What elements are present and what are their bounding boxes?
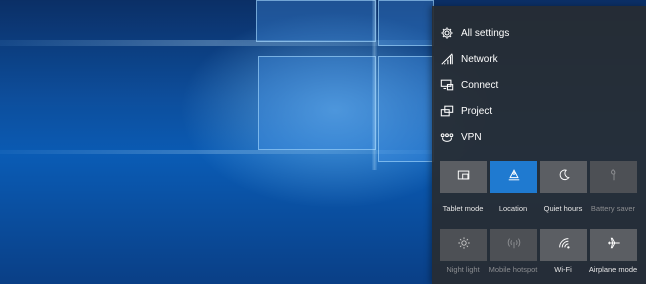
quick-link-label: Network xyxy=(461,53,498,65)
tablet-mode-tile[interactable] xyxy=(440,161,487,193)
airplane-icon xyxy=(607,236,621,255)
airplane-mode-label: Airplane mode xyxy=(588,265,638,274)
wallpaper-logo-pane xyxy=(378,56,434,162)
location-tile[interactable] xyxy=(490,161,537,193)
battery-saver-tile[interactable] xyxy=(590,161,637,193)
hotspot-icon xyxy=(507,236,521,255)
quick-link-label: VPN xyxy=(461,131,482,143)
wallpaper-light-beam xyxy=(0,150,432,154)
gear-icon xyxy=(440,26,454,40)
quick-link-connect[interactable]: Connect xyxy=(440,74,498,96)
quick-link-vpn[interactable]: VPN xyxy=(440,126,482,148)
night-light-label: Night light xyxy=(446,265,480,274)
quiet-hours-tile[interactable] xyxy=(540,161,587,193)
wallpaper-light-beam xyxy=(0,40,432,46)
quick-link-project[interactable]: Project xyxy=(440,100,492,122)
wifi-tile[interactable] xyxy=(540,229,587,261)
quick-link-network[interactable]: Network xyxy=(440,48,498,70)
quick-link-label: Project xyxy=(461,105,493,117)
mobile-hotspot-label: Mobile hotspot xyxy=(488,265,538,274)
connect-icon xyxy=(440,78,454,92)
tablet-mode-icon xyxy=(457,168,471,187)
action-center-panel: All settings Network Connect Project VPN xyxy=(432,6,646,284)
moon-icon xyxy=(557,168,571,187)
wallpaper-logo-pane xyxy=(256,0,376,42)
location-icon xyxy=(507,168,521,187)
vpn-icon xyxy=(440,130,454,144)
wallpaper-light-beam xyxy=(372,0,377,170)
quick-link-label: All settings xyxy=(461,27,510,39)
airplane-mode-tile[interactable] xyxy=(590,229,637,261)
brightness-icon xyxy=(457,236,471,255)
quick-link-all-settings[interactable]: All settings xyxy=(440,22,509,44)
network-icon xyxy=(440,52,454,66)
night-light-tile[interactable] xyxy=(440,229,487,261)
wallpaper-logo-pane xyxy=(258,56,376,150)
battery-saver-label: Battery saver xyxy=(590,204,636,213)
mobile-hotspot-tile[interactable] xyxy=(490,229,537,261)
quick-link-label: Connect xyxy=(461,79,499,91)
project-icon xyxy=(440,104,454,118)
wifi-icon xyxy=(557,236,571,255)
battery-saver-icon xyxy=(607,168,621,187)
